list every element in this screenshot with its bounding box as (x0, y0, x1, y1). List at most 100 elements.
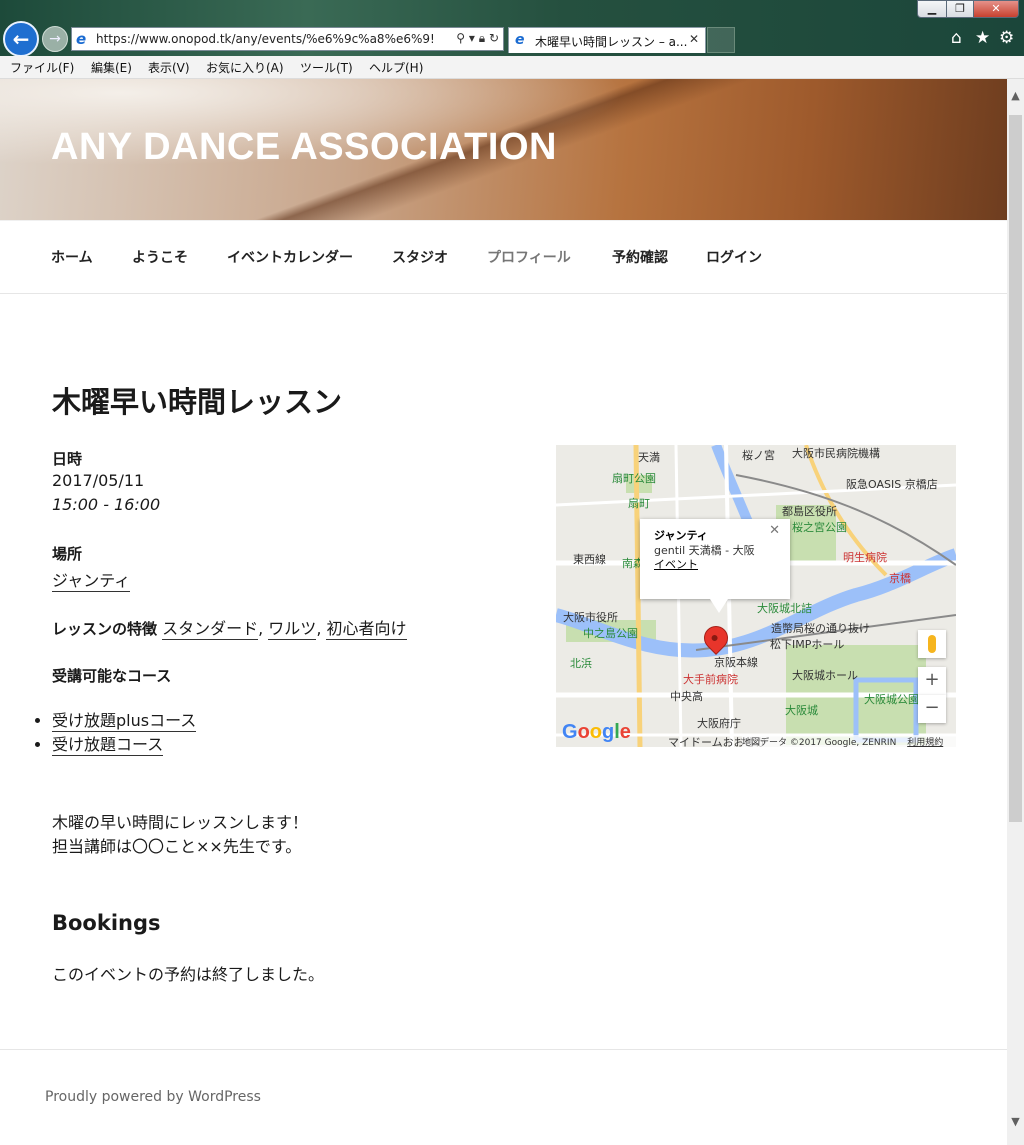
star-icon[interactable]: ★ (975, 28, 990, 48)
arrow-left-icon: ← (12, 27, 30, 51)
street-view-pegman-icon[interactable] (918, 630, 946, 658)
dropdown-icon[interactable]: ▾ (469, 31, 475, 45)
home-icon[interactable]: ⌂ (951, 28, 962, 48)
feature-waltz-link[interactable]: ワルツ (268, 619, 317, 640)
course-link[interactable]: 受け放題plusコース (52, 711, 197, 732)
site-title[interactable]: ANY DANCE ASSOCIATION (51, 126, 557, 169)
map-info-window: ジャンティ gentil 天満橋 - 大阪 イベント ✕ (640, 519, 790, 599)
map-label: 東西線 (573, 553, 606, 566)
separator: , (316, 619, 327, 638)
map-label: 大手前病院 (683, 673, 738, 686)
features-label: レッスンの特徴 (52, 620, 158, 638)
event-time: 15:00 - 16:00 (52, 495, 161, 514)
map-label: 都島区役所 (782, 505, 837, 518)
description-line-2: 担当講師は〇〇こと××先生です。 (52, 837, 302, 856)
nav-booking-check[interactable]: 予約確認 (612, 247, 668, 267)
footer-credit[interactable]: Proudly powered by WordPress (45, 1089, 261, 1105)
menu-file[interactable]: ファイル(F) (10, 59, 74, 76)
terms-link[interactable]: 利用規約 (907, 738, 943, 747)
map-label: 造幣局桜の通り抜け (771, 622, 870, 635)
page-scrollbar[interactable]: ▲ ▼ (1007, 79, 1024, 1145)
footer-divider (0, 1049, 1007, 1050)
scroll-thumb[interactable] (1009, 115, 1022, 822)
close-window-button[interactable]: ✕ (973, 0, 1019, 18)
courses-label: 受講可能なコース (52, 667, 172, 685)
arrow-right-icon: → (49, 31, 61, 47)
tab-close-icon[interactable]: ✕ (689, 32, 699, 46)
map-label: 大阪城公園 (864, 693, 919, 706)
address-url[interactable]: https://www.onopod.tk/any/events/%e6%9c%… (96, 32, 436, 46)
map-label: 天満 (638, 451, 660, 464)
bookings-status: このイベントの予約は終了しました。 (52, 965, 325, 984)
address-bar[interactable]: e https://www.onopod.tk/any/events/%e6%9… (71, 27, 504, 51)
info-event-link[interactable]: イベント (654, 556, 698, 572)
site-header: ANY DANCE ASSOCIATION (0, 79, 1007, 220)
nav-event-calendar[interactable]: イベントカレンダー (227, 247, 353, 267)
menu-help[interactable]: ヘルプ(H) (369, 59, 423, 76)
menu-favorites[interactable]: お気に入り(A) (206, 59, 284, 76)
nav-welcome[interactable]: ようこそ (132, 247, 188, 267)
back-button[interactable]: ← (3, 21, 39, 57)
map-label: 大阪城ホール (792, 669, 858, 682)
google-map[interactable]: 天満 桜ノ宮 大阪市民病院機構 扇町公園 扇町 阪急OASIS 京橋店 都島区役… (556, 445, 956, 747)
forward-button[interactable]: → (42, 26, 68, 52)
zoom-in-button[interactable]: + (918, 667, 946, 695)
list-item: 受け放題コース (52, 733, 196, 757)
menu-edit[interactable]: 編集(E) (91, 59, 132, 76)
datetime-label: 日時 (52, 450, 83, 468)
menu-bar: ファイル(F) 編集(E) 表示(V) お気に入り(A) ツール(T) ヘルプ(… (0, 56, 1024, 79)
description-line-1: 木曜の早い時間にレッスンします！ (52, 813, 309, 832)
separator: , (258, 619, 269, 638)
map-label: 桜之宮公園 (792, 521, 847, 534)
nav-home[interactable]: ホーム (51, 247, 93, 267)
nav-profile[interactable]: プロフィール (487, 247, 571, 267)
minimize-button[interactable]: ▁ (917, 0, 947, 18)
map-label: 北浜 (570, 657, 592, 670)
info-window-tail (710, 599, 728, 613)
browser-tab[interactable]: e 木曜早い時間レッスン – a... ✕ (508, 27, 706, 53)
refresh-icon[interactable]: ↻ (489, 31, 499, 45)
info-close-icon[interactable]: ✕ (769, 523, 780, 538)
map-label: 中之島公園 (583, 627, 638, 640)
info-venue-name: ジャンティ (654, 529, 708, 542)
new-tab-button[interactable] (707, 27, 735, 53)
scroll-down-icon[interactable]: ▼ (1007, 1115, 1024, 1128)
feature-beginner-link[interactable]: 初心者向け (326, 619, 407, 640)
map-label: 大阪城北詰 (757, 602, 812, 615)
map-label: 大阪府庁 (697, 717, 741, 730)
maximize-button[interactable]: ❐ (946, 0, 974, 18)
scroll-up-icon[interactable]: ▲ (1007, 89, 1024, 102)
bookings-heading: Bookings (52, 911, 161, 935)
feature-standard-link[interactable]: スタンダード (162, 619, 259, 640)
zoom-out-button[interactable]: − (918, 695, 946, 723)
map-label: 桜ノ宮 (742, 449, 775, 462)
event-date: 2017/05/11 (52, 471, 145, 490)
map-label: 松下IMPホール (770, 638, 845, 651)
ie-page-icon: e (76, 30, 87, 48)
search-icon[interactable]: ⚲ (456, 31, 465, 45)
map-attribution: 地図データ ©2017 Google, ZENRIN 利用規約 (742, 735, 956, 747)
map-label: 京橋 (889, 572, 911, 585)
nav-studio[interactable]: スタジオ (392, 247, 448, 267)
ie-tab-icon: e (515, 32, 525, 48)
location-link[interactable]: ジャンティ (52, 571, 131, 592)
courses-list: 受け放題plusコース 受け放題コース (36, 709, 197, 757)
map-label: 明生病院 (843, 551, 887, 564)
address-tools: ⚲ ▾ 🔒︎ ↻ (456, 31, 499, 46)
map-label: 大阪市役所 (563, 611, 618, 624)
map-label: 阪急OASIS 京橋店 (846, 478, 938, 491)
map-label: 大阪市民病院機構 (792, 447, 880, 460)
google-logo: Google (562, 721, 631, 743)
map-label: 中央高 (670, 690, 703, 703)
menu-tools[interactable]: ツール(T) (300, 59, 353, 76)
course-link[interactable]: 受け放題コース (52, 735, 164, 756)
gear-icon[interactable]: ⚙ (999, 28, 1014, 48)
nav-login[interactable]: ログイン (706, 247, 762, 267)
menu-view[interactable]: 表示(V) (148, 59, 190, 76)
map-label: 京阪本線 (714, 656, 758, 669)
site-nav: ホーム ようこそ イベントカレンダー スタジオ プロフィール 予約確認 ログイン (0, 220, 1007, 294)
lock-icon[interactable]: 🔒︎ (479, 31, 485, 45)
attribution-text: 地図データ ©2017 Google, ZENRIN (742, 738, 897, 747)
list-item: 受け放題plusコース (52, 709, 197, 733)
event-title: 木曜早い時間レッスン (52, 385, 343, 419)
